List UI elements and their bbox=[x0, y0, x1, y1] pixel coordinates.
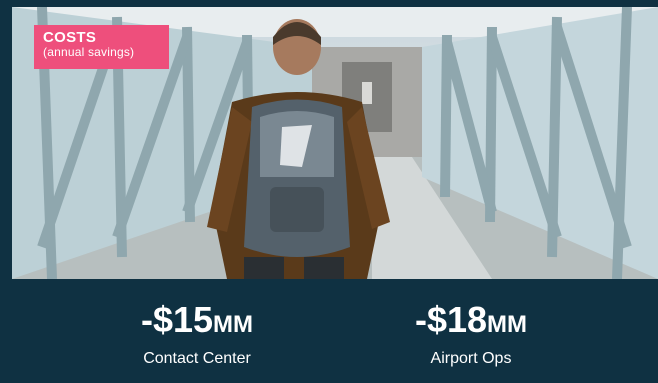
stat-unit: MM bbox=[487, 311, 528, 338]
stat-label: Contact Center bbox=[143, 350, 251, 367]
badge-title: COSTS bbox=[43, 29, 97, 46]
stat-airport-ops: -$18MM Airport Ops bbox=[371, 300, 571, 369]
badge-subtitle: (annual savings) bbox=[43, 45, 135, 59]
costs-badge: COSTS (annual savings) bbox=[34, 25, 169, 69]
stat-amount: -$15 bbox=[140, 299, 214, 340]
stat-value: -$18MM bbox=[371, 300, 571, 345]
stat-amount: -$18 bbox=[414, 299, 488, 340]
stat-contact-center: -$15MM Contact Center bbox=[97, 300, 297, 369]
stat-value: -$15MM bbox=[97, 300, 297, 345]
stat-label: Airport Ops bbox=[430, 350, 512, 367]
stat-unit: MM bbox=[213, 311, 254, 338]
cost-savings-card: COSTS (annual savings) -$15MM Contact Ce… bbox=[0, 0, 658, 383]
